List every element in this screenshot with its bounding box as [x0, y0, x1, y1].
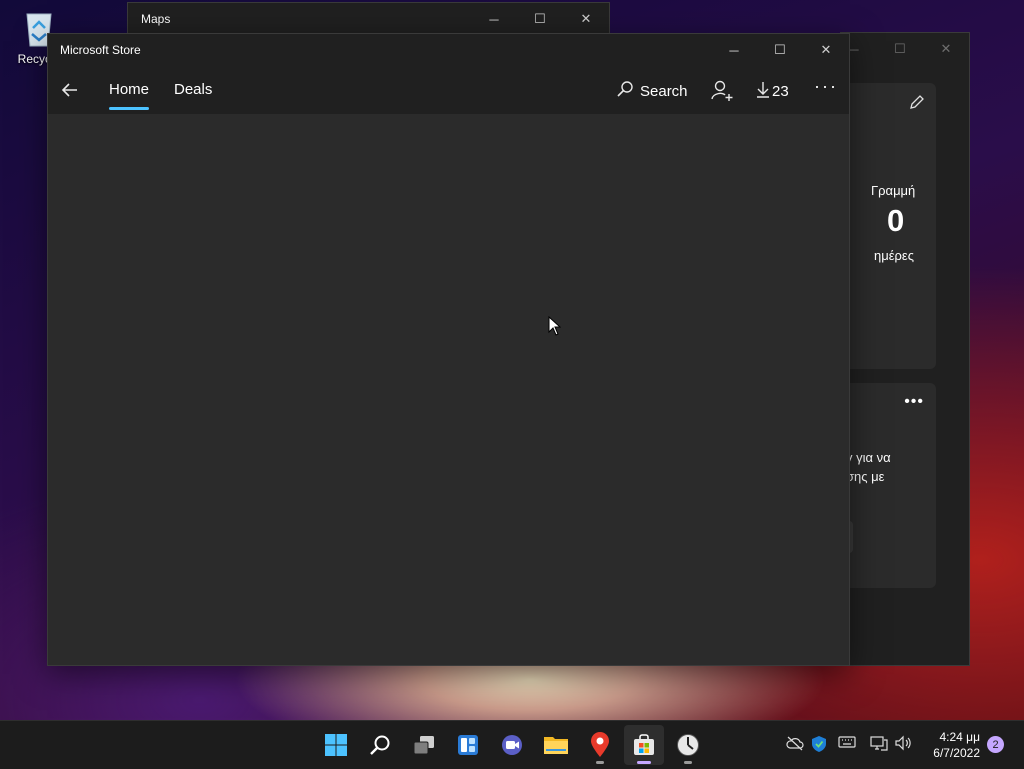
- background-app-window[interactable]: ─ ☐ ✕ Γραμμή 0 ημέρες ••• γ για να σης μ…: [839, 32, 970, 666]
- maps-close-button[interactable]: ✕: [563, 3, 609, 35]
- store-nav-bar: Home Deals Search 23 ···: [48, 66, 849, 114]
- maps-window-title: Maps: [141, 12, 171, 26]
- info-card: ••• γ για να σης με: [839, 383, 936, 588]
- start-button[interactable]: [316, 725, 356, 765]
- widgets-button[interactable]: [448, 725, 488, 765]
- store-maximize-button[interactable]: ☐: [757, 34, 803, 66]
- widgets-icon: [458, 735, 478, 755]
- store-window-title: Microsoft Store: [60, 43, 141, 57]
- info-text-line1: γ για να: [846, 450, 891, 465]
- account-button[interactable]: [710, 78, 734, 107]
- back-arrow-icon[interactable]: [58, 78, 82, 102]
- system-clock[interactable]: 4:24 μμ 6/7/2022: [922, 729, 980, 761]
- streak-label: Γραμμή: [871, 183, 916, 198]
- clock-app-button[interactable]: [668, 725, 708, 765]
- store-app-button[interactable]: [624, 725, 664, 765]
- bg-maximize-button[interactable]: ☐: [877, 33, 923, 65]
- more-menu-icon[interactable]: ···: [814, 76, 838, 97]
- store-title-bar[interactable]: Microsoft Store ─ ☐ ✕: [48, 34, 849, 66]
- taskbar-search-icon: [370, 735, 390, 755]
- downloads-button[interactable]: 23: [756, 80, 789, 102]
- active-tab-indicator: [109, 107, 149, 110]
- cloud-offline-icon[interactable]: [786, 735, 804, 756]
- streak-unit: ημέρες: [874, 248, 914, 263]
- bg-close-button[interactable]: ✕: [923, 33, 969, 65]
- store-close-button[interactable]: ✕: [803, 34, 849, 66]
- download-arrow-icon: [756, 80, 770, 102]
- taskbar-search-button[interactable]: [360, 725, 400, 765]
- downloads-count: 23: [772, 82, 789, 100]
- clock-date: 6/7/2022: [933, 746, 980, 760]
- keyboard-icon[interactable]: [838, 735, 856, 754]
- microsoft-store-window: Microsoft Store ─ ☐ ✕ Home Deals Search …: [47, 33, 850, 666]
- file-explorer-button[interactable]: [536, 725, 576, 765]
- clock-time: 4:24 μμ: [939, 730, 980, 744]
- info-text-line2: σης με: [846, 469, 885, 484]
- folder-icon: [544, 737, 568, 754]
- windows-logo-icon: [325, 734, 347, 756]
- store-active-indicator: [637, 761, 651, 764]
- mouse-cursor-icon: [548, 315, 562, 341]
- tab-home[interactable]: Home: [109, 81, 149, 98]
- chat-button[interactable]: [492, 725, 532, 765]
- map-pin-icon: [591, 732, 609, 757]
- search-icon: [616, 80, 634, 102]
- tab-deals[interactable]: Deals: [174, 81, 212, 98]
- task-view-icon: [413, 736, 434, 755]
- maps-minimize-button[interactable]: ─: [471, 3, 517, 35]
- volume-icon[interactable]: [894, 735, 912, 756]
- streak-card: Γραμμή 0 ημέρες: [841, 83, 936, 369]
- clock-running-indicator: [684, 761, 692, 764]
- search-label: Search: [640, 82, 688, 100]
- maps-maximize-button[interactable]: ☐: [517, 3, 563, 35]
- edit-pencil-icon[interactable]: [908, 93, 926, 116]
- store-minimize-button[interactable]: ─: [711, 34, 757, 66]
- search-button[interactable]: Search: [616, 80, 688, 102]
- clock-icon: [677, 734, 699, 756]
- add-account-icon: [710, 80, 734, 106]
- maps-running-indicator: [596, 761, 604, 764]
- taskbar: 4:24 μμ 6/7/2022 2: [0, 720, 1024, 769]
- network-icon[interactable]: [870, 735, 888, 756]
- security-shield-icon[interactable]: [811, 735, 827, 758]
- streak-value: 0: [887, 203, 905, 238]
- chat-icon: [502, 735, 522, 755]
- maps-app-button[interactable]: [580, 725, 620, 765]
- store-content-area: [48, 114, 849, 665]
- more-options-icon[interactable]: •••: [904, 393, 924, 411]
- notification-badge[interactable]: 2: [987, 736, 1004, 753]
- task-view-button[interactable]: [404, 725, 444, 765]
- store-bag-icon: [634, 734, 654, 755]
